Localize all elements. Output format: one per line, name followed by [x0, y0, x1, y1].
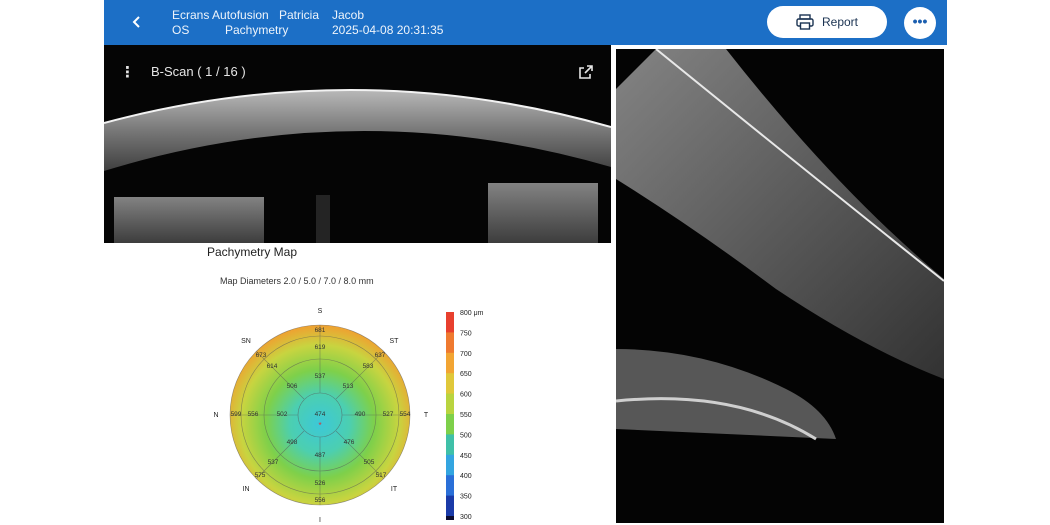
top-bar: Ecrans Autofusion Patricia Jacob OS Pach… [104, 0, 947, 45]
value-r3-in: 575 [255, 472, 266, 479]
header-app-name: Ecrans Autofusion [172, 8, 269, 22]
more-button[interactable]: ••• [904, 7, 936, 39]
value-center: 474 [315, 411, 326, 418]
value-r2-i: 526 [315, 480, 326, 487]
scale-band [446, 495, 454, 517]
dir-st: ST [390, 338, 400, 345]
value-r3-s: 681 [315, 327, 326, 334]
patient-last-name: Jacob [332, 8, 365, 22]
dir-n: N [213, 412, 218, 419]
bscan-title: B-Scan ( 1 / 16 ) [151, 64, 246, 79]
map-title: Pachymetry Map [207, 245, 298, 259]
scale-band [446, 312, 454, 333]
pachymetry-map: S ST T IT I IN N SN 474 537 513 490 476 … [213, 308, 429, 524]
value-r1-it: 476 [344, 439, 355, 446]
value-r1-st: 513 [343, 383, 354, 390]
eye-label: OS [172, 23, 190, 37]
value-r1-in: 498 [287, 439, 298, 446]
dir-in: IN [243, 486, 250, 493]
zoom-scan-image[interactable] [616, 49, 944, 523]
scale-tick-label: 300 [460, 514, 472, 520]
value-r1-s: 537 [315, 373, 326, 380]
scale-labels: 800 μm 750 700 650 600 550 500 450 400 350 300 [460, 310, 484, 520]
dir-t: T [424, 412, 429, 419]
value-r3-t: 554 [400, 411, 411, 418]
scale-tick-label: 700 [460, 351, 472, 358]
scale-tick-label: 550 [460, 412, 472, 419]
value-r2-st: 583 [363, 363, 374, 370]
bscan-viewer[interactable]: ⋮ B-Scan ( 1 / 16 ) [104, 45, 611, 243]
scale-band [446, 352, 454, 374]
value-r2-s: 619 [315, 344, 326, 351]
exam-type: Pachymetry [225, 23, 289, 37]
patient-first-name: Patricia [279, 8, 320, 22]
scale-band [446, 434, 454, 456]
scale-tick-label: 800 μm [460, 310, 484, 317]
value-r2-sn: 614 [267, 363, 278, 370]
zoom-scan-graphic [616, 49, 944, 441]
chevron-left-icon [132, 16, 140, 28]
value-r2-it: 505 [364, 459, 375, 466]
scale-tick-label: 350 [460, 494, 472, 501]
dir-i: I [319, 517, 321, 524]
scale-band [446, 475, 454, 497]
value-r3-sn: 673 [256, 352, 267, 359]
value-r2-t: 527 [383, 411, 394, 418]
dir-s: S [318, 308, 323, 315]
center-marker-icon: * [318, 421, 321, 430]
scale-band [446, 393, 454, 415]
printer-icon [796, 14, 814, 30]
value-r1-i: 487 [315, 452, 326, 459]
scale-band [446, 332, 454, 354]
value-r1-sn: 506 [287, 383, 298, 390]
thickness-color-scale: 800 μm 750 700 650 600 550 500 450 400 350 300 [446, 310, 484, 520]
scale-tick-label: 750 [460, 330, 472, 337]
value-r1-t: 490 [355, 411, 366, 418]
bscan-menu-icon[interactable]: ⋮ [120, 63, 135, 81]
value-r3-i: 556 [315, 497, 326, 504]
scale-bands [446, 312, 454, 520]
value-r3-it: 517 [376, 472, 387, 479]
scale-tick-label: 600 [460, 392, 472, 399]
value-r2-n: 556 [248, 411, 259, 418]
scale-tick-label: 400 [460, 473, 472, 480]
report-button[interactable]: Report [767, 6, 887, 38]
scale-band [446, 373, 454, 395]
value-r2-in: 537 [268, 459, 279, 466]
scale-tick-label: 650 [460, 371, 472, 378]
dir-it: IT [391, 486, 398, 493]
value-r1-n: 502 [277, 411, 288, 418]
scale-band [446, 414, 454, 435]
back-button[interactable] [126, 12, 148, 34]
value-r3-n: 599 [231, 411, 242, 418]
exam-datetime: 2025-04-08 20:31:35 [332, 23, 444, 37]
scale-band [446, 454, 454, 476]
report-label: Report [821, 15, 859, 29]
scale-band [446, 516, 454, 520]
map-subtitle: Map Diameters 2.0 / 5.0 / 7.0 / 8.0 mm [220, 276, 374, 286]
dir-sn: SN [241, 338, 251, 345]
more-horizontal-icon: ••• [912, 13, 928, 29]
scale-tick-label: 450 [460, 453, 472, 460]
value-r3-st: 637 [375, 352, 386, 359]
open-external-icon[interactable] [578, 64, 594, 80]
scale-tick-label: 500 [460, 432, 472, 439]
